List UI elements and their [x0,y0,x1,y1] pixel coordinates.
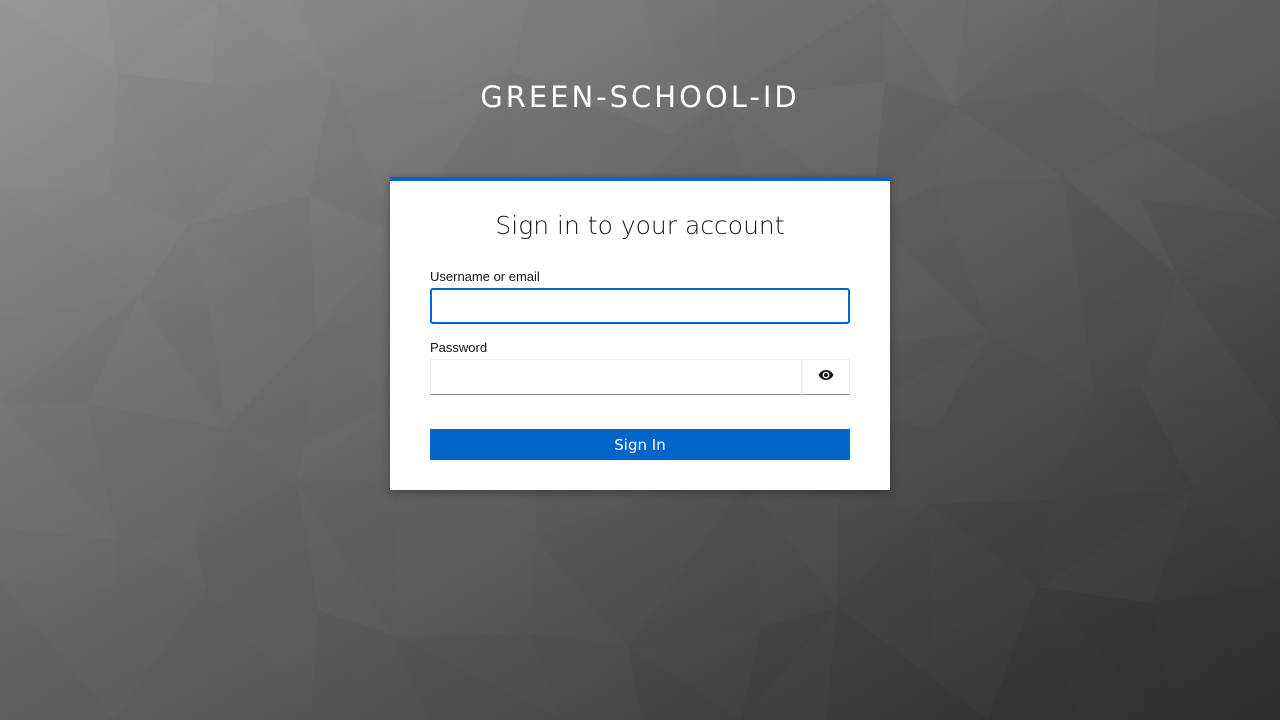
page-title: Sign in to your account [495,211,785,240]
password-label: Password [430,340,488,355]
username-label: Username or email [430,269,540,284]
brand-title: GREEN-SCHOOL-ID [480,80,800,114]
eye-icon [818,368,834,386]
login-card: Sign in to your account Username or emai… [390,177,890,490]
sign-in-button[interactable]: Sign In [430,429,850,460]
password-input[interactable] [430,359,802,395]
password-group [430,359,850,395]
username-input[interactable] [430,288,850,324]
show-password-button[interactable] [802,359,850,395]
